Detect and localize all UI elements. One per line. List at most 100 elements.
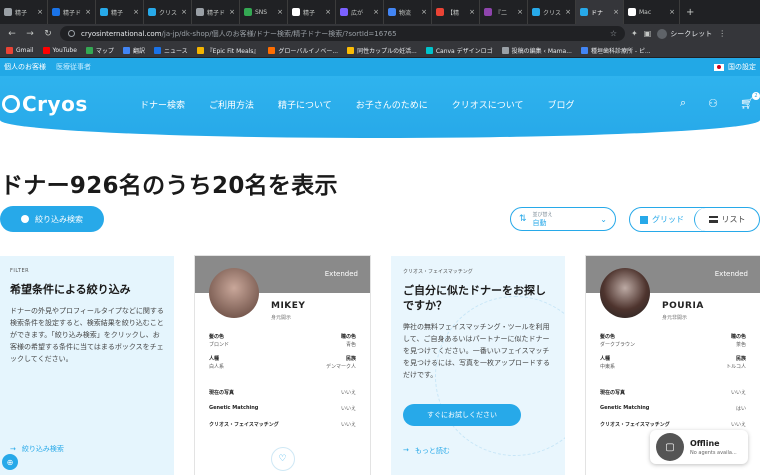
chevron-down-icon: ⌄: [600, 214, 607, 224]
tab-label: 広が: [351, 9, 364, 17]
browser-tab[interactable]: クリス ×: [144, 0, 192, 24]
ethnicity: 民族 デンマーク人: [325, 356, 356, 370]
side-panel-icon[interactable]: ▣: [644, 29, 652, 38]
new-tab-button[interactable]: +: [680, 7, 700, 18]
bookmark-item[interactable]: 投稿の編集 ‹ Mama...: [501, 46, 572, 55]
bookmark-item[interactable]: Canva デザインロゴ: [425, 46, 493, 55]
bookmark-label: グローバルイノベー...: [278, 47, 339, 55]
search-icon[interactable]: ⌕: [680, 96, 686, 110]
logo-text: Cryos: [22, 92, 88, 116]
chat-widget[interactable]: ▢ Offline No agents availa...: [650, 430, 748, 464]
close-tab-icon[interactable]: ×: [85, 8, 91, 16]
bookmark-item[interactable]: 翻訳: [122, 46, 145, 55]
tab-label: 『二: [495, 9, 508, 17]
nav-how-to-use[interactable]: ご利用方法: [209, 98, 254, 111]
list-view-button[interactable]: リスト: [694, 208, 759, 231]
browser-tab[interactable]: 精子 ×: [0, 0, 48, 24]
tab-favicon-icon: [388, 8, 396, 16]
bookmark-item[interactable]: グローバルイノベー...: [268, 46, 338, 55]
bookmark-item[interactable]: 『Epic Fit Meals』: [196, 46, 259, 55]
bookmark-item[interactable]: Gmail: [6, 46, 34, 54]
close-tab-icon[interactable]: ×: [373, 8, 379, 16]
card-tag: クリオス・フェイスマッチング: [403, 269, 473, 275]
close-tab-icon[interactable]: ×: [325, 8, 331, 16]
accessibility-icon[interactable]: ⊕: [2, 454, 18, 470]
bookmark-item[interactable]: ニュース: [153, 46, 188, 55]
browser-tab[interactable]: クリス ×: [528, 0, 576, 24]
header-icons: ⌕ ⚇ 🛒︎ 2: [680, 91, 760, 110]
close-tab-icon[interactable]: ×: [229, 8, 235, 16]
close-tab-icon[interactable]: ×: [37, 8, 43, 16]
tab-label: ドナ: [591, 9, 604, 17]
browser-tab[interactable]: 精子 ×: [96, 0, 144, 24]
personal-customers-link[interactable]: 個人のお客様: [4, 62, 46, 72]
chat-subtitle: No agents availa...: [690, 449, 737, 456]
close-tab-icon[interactable]: ×: [421, 8, 427, 16]
browser-tab[interactable]: 【精 ×: [432, 0, 480, 24]
bookmark-favicon-icon: [122, 46, 130, 54]
nav-blog[interactable]: ブログ: [548, 98, 575, 111]
reload-icon[interactable]: ↻: [42, 29, 54, 39]
browser-toolbar: ← → ↻ cryosinternational.com/ja-jp/dk-sh…: [0, 24, 760, 43]
browser-menu-icon[interactable]: ⋮: [718, 29, 726, 38]
nav-donor-search[interactable]: ドナー検索: [140, 98, 185, 111]
bookmark-item[interactable]: 種垣歯科診療所 - ピ...: [580, 46, 651, 55]
main-nav: ドナー検索 ご利用方法 精子について お子さんのために クリオスについて ブログ: [140, 98, 575, 111]
favorite-heart-icon[interactable]: ♡: [270, 447, 295, 471]
cart-icon[interactable]: 🛒︎ 2: [740, 91, 760, 110]
incognito-indicator[interactable]: シークレット: [657, 28, 712, 39]
chat-status: Offline: [690, 438, 720, 448]
address-bar[interactable]: cryosinternational.com/ja-jp/dk-shop/個人の…: [60, 26, 625, 41]
cryos-logo[interactable]: Cryos: [2, 92, 88, 116]
close-tab-icon[interactable]: ×: [517, 8, 523, 16]
browser-tab[interactable]: 精子ド ×: [48, 0, 96, 24]
browser-tab[interactable]: 物流 ×: [384, 0, 432, 24]
browser-tab[interactable]: 精子 ×: [288, 0, 336, 24]
filter-search-link[interactable]: → 絞り込み検索: [10, 444, 64, 454]
current-photo-row: 現在の写真 いいえ: [209, 390, 356, 396]
bookmark-item[interactable]: YouTube: [42, 46, 77, 54]
browser-tab[interactable]: SNS ×: [240, 0, 288, 24]
bookmark-item[interactable]: 同性カップルの妊活...: [347, 46, 417, 55]
forward-icon[interactable]: →: [24, 29, 36, 39]
close-tab-icon[interactable]: ×: [133, 8, 139, 16]
filter-icon: [21, 215, 29, 223]
grid-view-button[interactable]: グリッド: [630, 208, 694, 231]
account-icon[interactable]: ⚇: [708, 97, 718, 110]
bookmark-label: 同性カップルの妊活...: [357, 47, 417, 55]
bookmark-item[interactable]: マップ: [85, 46, 114, 55]
browser-tab[interactable]: ドナ ×: [576, 0, 624, 24]
country-selector[interactable]: 国の設定: [714, 62, 756, 72]
close-tab-icon[interactable]: ×: [277, 8, 283, 16]
extended-badge: Extended: [324, 270, 358, 278]
browser-tab[interactable]: 広が ×: [336, 0, 384, 24]
close-tab-icon[interactable]: ×: [613, 8, 619, 16]
browser-tab[interactable]: 『二 ×: [480, 0, 528, 24]
tab-favicon-icon: [580, 8, 588, 16]
tab-label: 精子: [111, 9, 124, 17]
tab-favicon-icon: [532, 8, 540, 16]
back-icon[interactable]: ←: [6, 29, 18, 39]
try-now-button[interactable]: すぐにお試しください: [403, 404, 521, 426]
grid-icon: [640, 215, 648, 224]
close-tab-icon[interactable]: ×: [565, 8, 571, 16]
sort-select[interactable]: ⇅ 並び替え 自動 ⌄: [510, 207, 616, 231]
eye-color: 瞳の色 茶色: [730, 334, 746, 348]
nav-about-cryos[interactable]: クリオスについて: [452, 98, 524, 111]
nav-for-children[interactable]: お子さんのために: [356, 98, 428, 111]
bookmark-star-icon[interactable]: ☆: [610, 29, 617, 38]
read-more-link[interactable]: → もっと読む: [403, 446, 450, 456]
donor-card[interactable]: Extended MIKEY 身元開示 髪の色 ブロンド 瞳の色 青色 人種 白人系 …: [195, 256, 370, 475]
browser-tab[interactable]: 精子ド ×: [192, 0, 240, 24]
site-info-icon[interactable]: [68, 30, 75, 37]
extensions-icon[interactable]: ✦: [631, 29, 638, 38]
filter-link-label: 絞り込み検索: [21, 445, 64, 453]
medical-professionals-link[interactable]: 医療従事者: [56, 62, 91, 72]
bookmark-favicon-icon: [501, 46, 509, 54]
nav-about-sperm[interactable]: 精子について: [278, 98, 332, 111]
filter-search-button[interactable]: 絞り込み検索: [0, 206, 104, 232]
close-tab-icon[interactable]: ×: [181, 8, 187, 16]
browser-tab[interactable]: Mac ×: [624, 0, 680, 24]
close-tab-icon[interactable]: ×: [469, 8, 475, 16]
close-tab-icon[interactable]: ×: [669, 8, 675, 16]
